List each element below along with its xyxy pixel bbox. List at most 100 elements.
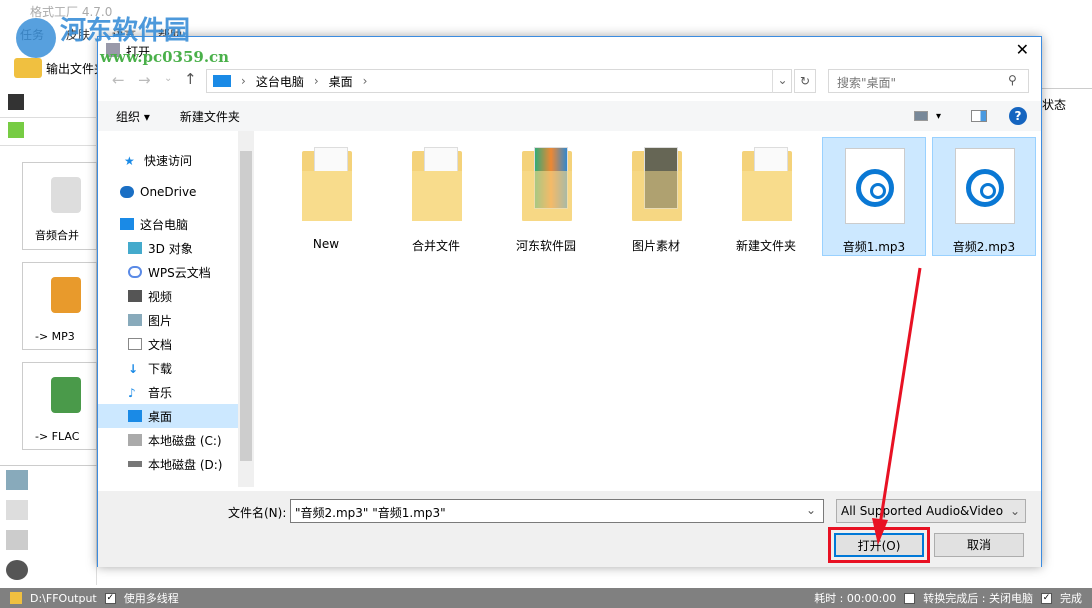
- nav-drive-c[interactable]: 本地磁盘 (C:): [98, 428, 238, 452]
- refresh-icon[interactable]: ↻: [794, 69, 816, 93]
- folder-icon: [412, 147, 462, 221]
- audio-file-icon: [955, 148, 1015, 224]
- file-audio2[interactable]: 音频2.mp3: [932, 137, 1036, 256]
- address-bar[interactable]: › 这台电脑 › 桌面 ›: [206, 69, 792, 93]
- navigation-pane: ★ 快速访问 OneDrive 这台电脑 3D 对象 WPS云文档 视频 图片 文…: [98, 131, 254, 487]
- nav-wps-cloud[interactable]: WPS云文档: [98, 260, 238, 284]
- nav-documents[interactable]: 文档: [98, 332, 238, 356]
- nav-quick-access[interactable]: ★ 快速访问: [98, 148, 238, 172]
- desktop-icon: [128, 410, 142, 422]
- view-dropdown-icon[interactable]: ▾: [936, 111, 941, 122]
- nav-desktop[interactable]: 桌面: [98, 404, 238, 428]
- cloud-icon: [120, 186, 134, 198]
- nav-scrollbar-thumb[interactable]: [240, 151, 252, 461]
- multithread-checkbox[interactable]: ✓: [104, 592, 116, 604]
- utilities-category-icon[interactable]: [6, 560, 28, 580]
- folder-icon: [10, 592, 22, 604]
- video-category[interactable]: [0, 90, 96, 118]
- rom-category-icon[interactable]: [6, 530, 28, 550]
- nav-3d-objects[interactable]: 3D 对象: [98, 236, 238, 260]
- tool-audio-merge[interactable]: 音频合并: [22, 162, 97, 250]
- tool-to-mp3[interactable]: -> MP3: [22, 262, 97, 350]
- folder-icon: [522, 147, 572, 221]
- nav-pictures[interactable]: 图片: [98, 308, 238, 332]
- watermark-url: www.pc0359.cn: [100, 48, 230, 66]
- folder-icon: [742, 147, 792, 221]
- output-path[interactable]: D:\FFOutput: [30, 592, 97, 605]
- dialog-titlebar: 打开 ✕: [98, 37, 1041, 65]
- audio-category[interactable]: [0, 118, 96, 146]
- filename-label: 文件名(N):: [228, 506, 287, 520]
- chevron-right-icon: ›: [241, 74, 246, 88]
- close-icon[interactable]: ✕: [1016, 40, 1029, 59]
- filename-input[interactable]: "音频2.mp3" "音频1.mp3": [290, 499, 824, 523]
- folder-new-folder[interactable]: 新建文件夹: [714, 137, 818, 256]
- picture-category-icon[interactable]: [6, 470, 28, 490]
- music-icon: ♪: [128, 386, 136, 400]
- chevron-down-icon: ⌄: [1009, 504, 1020, 518]
- open-button[interactable]: 打开(O): [834, 533, 924, 557]
- recent-dropdown-icon[interactable]: ⌄: [164, 73, 172, 84]
- nav-this-pc[interactable]: 这台电脑: [98, 212, 238, 236]
- column-divider: [1042, 88, 1092, 89]
- chevron-right-icon: ›: [313, 74, 319, 88]
- nav-drive-d[interactable]: 本地磁盘 (D:): [98, 452, 238, 476]
- dialog-bottom: 文件名(N): "音频2.mp3" "音频1.mp3" ⌄ All Suppor…: [98, 491, 1041, 567]
- preview-pane-icon[interactable]: [971, 110, 987, 122]
- nav-downloads[interactable]: ↓ 下载: [98, 356, 238, 380]
- breadcrumb-this-pc[interactable]: 这台电脑: [256, 73, 304, 90]
- folder-pictures[interactable]: 图片素材: [604, 137, 708, 256]
- tool-to-flac[interactable]: -> FLAC: [22, 362, 97, 450]
- film-icon: [128, 290, 142, 302]
- audio-file-icon: [845, 148, 905, 224]
- help-icon[interactable]: ?: [1009, 107, 1027, 125]
- file-type-select[interactable]: All Supported Audio&Video ⌄: [836, 499, 1026, 523]
- folder-icon: [302, 147, 352, 221]
- nav-videos[interactable]: 视频: [98, 284, 238, 308]
- multithread-label: 使用多线程: [123, 592, 179, 605]
- video-icon: [8, 94, 24, 110]
- drive-icon: [128, 434, 142, 446]
- flac-icon: [51, 377, 81, 413]
- document-category-icon[interactable]: [6, 500, 28, 520]
- complete-label: 完成: [1060, 592, 1082, 605]
- mp3-icon: [51, 277, 81, 313]
- forward-icon[interactable]: →: [138, 71, 151, 89]
- cloud-icon: [128, 266, 142, 278]
- address-dropdown-icon[interactable]: ⌄: [772, 69, 792, 93]
- watermark-logo: [16, 18, 56, 58]
- view-icon[interactable]: [913, 111, 928, 121]
- column-status: 状态: [1042, 98, 1067, 112]
- filename-dropdown-icon[interactable]: ⌄: [806, 503, 816, 517]
- audio-icon: [8, 122, 24, 138]
- back-icon[interactable]: ←: [112, 71, 125, 89]
- folder-new[interactable]: New: [274, 137, 378, 256]
- folder-icon: [14, 58, 42, 78]
- sidebar: 音频合并 -> MP3 -> FLAC: [0, 90, 97, 585]
- complete-checkbox[interactable]: ✓: [1041, 592, 1052, 604]
- up-icon[interactable]: ↑: [184, 70, 197, 88]
- dialog-toolbar: 组织 ▾ 新建文件夹 ▾ ?: [98, 101, 1041, 131]
- cube-icon: [128, 242, 142, 254]
- new-folder-button[interactable]: 新建文件夹: [180, 108, 240, 125]
- nav-onedrive[interactable]: OneDrive: [98, 180, 238, 204]
- download-icon: ↓: [128, 362, 139, 376]
- folder-merge[interactable]: 合并文件: [384, 137, 488, 256]
- nav-music[interactable]: ♪ 音乐: [98, 380, 238, 404]
- after-convert-label: 转换完成后 : 关闭电脑: [923, 592, 1033, 605]
- organize-button[interactable]: 组织 ▾: [116, 108, 150, 125]
- folder-hedong[interactable]: 河东软件园: [494, 137, 598, 256]
- shutdown-checkbox[interactable]: [904, 592, 916, 604]
- document-icon: [128, 338, 142, 350]
- cancel-button[interactable]: 取消: [934, 533, 1024, 557]
- open-file-dialog: 打开 ✕ ← → ⌄ ↑ › 这台电脑 › 桌面 › ⌄ ↻ 搜索"桌面" ⚲ …: [97, 36, 1042, 567]
- watermark: 河东软件园: [60, 16, 191, 46]
- search-input[interactable]: 搜索"桌面": [828, 69, 1029, 93]
- folder-icon: [632, 147, 682, 221]
- star-icon: ★: [124, 154, 135, 168]
- drive-icon: [128, 461, 142, 467]
- merge-icon: [51, 177, 81, 213]
- file-audio1[interactable]: 音频1.mp3: [822, 137, 926, 256]
- search-icon: ⚲: [1008, 73, 1017, 87]
- breadcrumb-desktop[interactable]: 桌面: [329, 73, 353, 90]
